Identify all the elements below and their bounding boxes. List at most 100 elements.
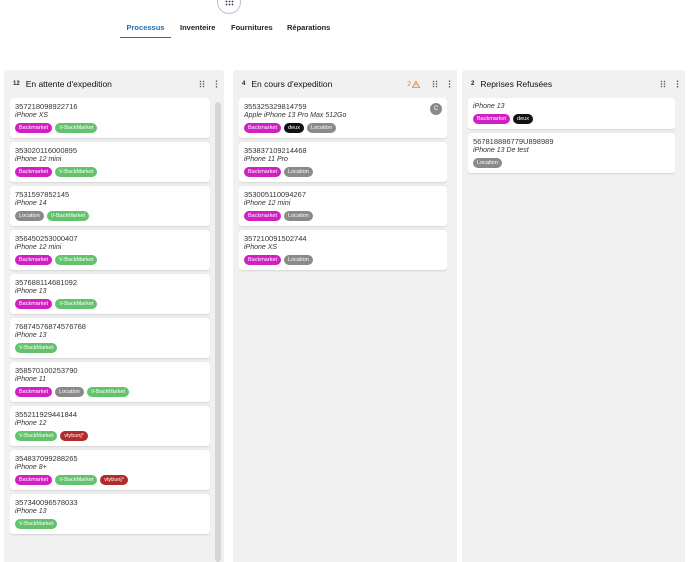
item-code: 7531597852145 xyxy=(15,190,70,199)
tag-list: Backmarket V-BackMarket xyxy=(15,299,205,309)
drag-handle-icon[interactable] xyxy=(199,80,205,88)
item-card[interactable]: 567818886779U898989 iPhone 13 De test Loca… xyxy=(468,133,675,173)
tag-badge: Location xyxy=(473,158,502,168)
item-card[interactable]: 357218098922716 iPhone XS Backmarket V-Back… xyxy=(10,98,210,138)
tab-bar: Processus Inventeire Fournitures Réparat… xyxy=(0,18,690,38)
item-code: 355325329814759 xyxy=(244,102,307,111)
item-code: 353837109214468 xyxy=(244,146,307,155)
tag-badge: Backmarket xyxy=(244,255,282,265)
tag-badge: deux xyxy=(284,123,304,133)
tag-list: Backmarket V-BackMarket xyxy=(15,123,205,133)
tag-list: Backmarket V-BackMarket xyxy=(15,167,205,177)
item-model: iPhone 13 xyxy=(15,288,47,295)
tag-list: Backmarket V-BackMarket vtybunj° xyxy=(15,475,205,485)
item-model: iPhone 8+ xyxy=(15,464,47,471)
tag-list: Backmarket deux Location xyxy=(244,123,442,133)
tag-badge: V-BackMarket xyxy=(86,387,130,397)
tag-badge: Location xyxy=(284,211,313,221)
apps-grid-icon xyxy=(225,0,234,11)
drag-handle-icon[interactable] xyxy=(432,80,438,88)
tag-badge: Backmarket xyxy=(244,167,282,177)
tag-badge: V-BackMarket xyxy=(15,343,58,353)
item-card[interactable]: 353005110094267 iPhone 12 mini Backmarket L… xyxy=(239,186,447,226)
tab-processus[interactable]: Processus xyxy=(120,18,171,38)
item-card[interactable]: 354837099288265 iPhone 8+ Backmarket V-Back… xyxy=(10,450,210,490)
tag-list: Location V-BackMarket xyxy=(15,211,205,221)
item-card[interactable]: 76874576874576768 iPhone 13 V-BackMarket xyxy=(10,318,210,358)
tag-badge: Backmarket xyxy=(15,299,53,309)
warning-icon xyxy=(412,80,420,88)
item-card[interactable]: 353020116000895 iPhone 12 mini Backmarket V… xyxy=(10,142,210,182)
tag-list: Backmarket deux xyxy=(473,114,670,124)
item-card[interactable]: 357210091502744 iPhone XS Backmarket Locati… xyxy=(239,230,447,270)
item-code: 355211929441844 xyxy=(15,410,78,419)
tag-badge: Location xyxy=(55,387,84,397)
column-header: 12 En attente d'expedition xyxy=(4,70,224,98)
tag-badge: Backmarket xyxy=(244,123,282,133)
tag-badge: V-BackMarket xyxy=(55,255,98,265)
item-card[interactable]: 357688114681092 iPhone 13 Backmarket V-Back… xyxy=(10,274,210,314)
column-title: En cours d'expedition xyxy=(251,79,333,89)
tag-badge: Backmarket xyxy=(244,211,282,221)
tag-badge: V-BackMarket xyxy=(55,299,98,309)
item-model: Apple iPhone 13 Pro Max 512Go xyxy=(244,112,347,119)
item-card[interactable]: 357340096578033 iPhone 13 V-BackMarket xyxy=(10,494,210,534)
tab-reparations[interactable]: Réparations xyxy=(287,18,330,37)
item-model: iPhone 12 mini xyxy=(15,156,62,163)
tag-badge: Backmarket xyxy=(15,123,53,133)
tag-badge: vtybunj° xyxy=(60,431,88,441)
column-reprises-refusees: 2 Reprises Refusées iPhone 13 Backmarket deu… xyxy=(462,70,685,562)
item-code: 354837099288265 xyxy=(15,454,78,463)
tag-badge: V-BackMarket xyxy=(15,431,58,441)
item-code: 76874576874576768 xyxy=(15,322,86,331)
tag-list: Backmarket Location V-BackMarket xyxy=(15,387,205,397)
item-model: iPhone 13 xyxy=(15,508,47,515)
column-count: 4 xyxy=(242,81,246,87)
more-vert-icon[interactable] xyxy=(215,80,218,88)
avatar[interactable]: C xyxy=(430,103,442,115)
item-card[interactable]: 358570100253790 iPhone 11 Backmarket Locati… xyxy=(10,362,210,402)
tag-list: Backmarket V-BackMarket xyxy=(15,255,205,265)
column-en-attente: 12 En attente d'expedition 357218098922716… xyxy=(4,70,224,562)
item-model: iPhone 13 De test xyxy=(473,147,529,154)
tag-list: V-BackMarket vtybunj° xyxy=(15,431,205,441)
item-model: iPhone XS xyxy=(15,112,49,119)
tag-badge: V-BackMarket xyxy=(46,211,90,221)
tag-badge: Backmarket xyxy=(473,114,511,124)
item-card[interactable]: 355211929441844 iPhone 12 V-BackMarket vtyb… xyxy=(10,406,210,446)
tab-fournitures[interactable]: Fournitures xyxy=(231,18,273,37)
column-scrollbar[interactable] xyxy=(215,102,221,562)
item-code: 353020116000895 xyxy=(15,146,78,155)
column-title: Reprises Refusées xyxy=(480,79,553,89)
item-code: 357340096578033 xyxy=(15,498,78,507)
item-code: 358570100253790 xyxy=(15,366,78,375)
tag-badge: V-BackMarket xyxy=(55,123,98,133)
tag-badge: V-BackMarket xyxy=(55,167,98,177)
more-vert-icon[interactable] xyxy=(676,80,679,88)
item-model: iPhone XS xyxy=(244,244,278,251)
tag-badge: Backmarket xyxy=(15,255,53,265)
apps-button[interactable] xyxy=(217,0,241,14)
column-title: En attente d'expedition xyxy=(25,79,112,89)
item-card[interactable]: 356450253000407 iPhone 12 mini Backmarket V… xyxy=(10,230,210,270)
tag-badge: V-BackMarket xyxy=(15,519,58,529)
item-model: iPhone 14 xyxy=(15,200,47,207)
tag-badge: Location xyxy=(306,123,336,133)
item-card[interactable]: iPhone 13 Backmarket deux xyxy=(468,98,675,129)
drag-handle-icon[interactable] xyxy=(660,80,666,88)
item-code: 353005110094267 xyxy=(244,190,307,199)
tag-badge: Backmarket xyxy=(15,475,53,485)
item-model: iPhone 13 xyxy=(473,103,505,110)
card-list: iPhone 13 Backmarket deux 567818886779U8989… xyxy=(468,98,675,562)
item-model: iPhone 11 Pro xyxy=(244,156,288,163)
tag-badge: vtybunj° xyxy=(100,475,128,485)
tag-list: V-BackMarket xyxy=(15,519,205,529)
tab-inventaire[interactable]: Inventeire xyxy=(180,18,215,37)
item-model: iPhone 11 xyxy=(15,376,47,383)
tag-badge: Location xyxy=(284,255,313,265)
item-card[interactable]: 355325329814759 Apple iPhone 13 Pro Max 5… xyxy=(239,98,447,138)
item-card[interactable]: 7531597852145 iPhone 14 Location V-BackMark… xyxy=(10,186,210,226)
more-vert-icon[interactable] xyxy=(448,80,451,88)
tag-list: Location xyxy=(473,158,670,168)
item-card[interactable]: 353837109214468 iPhone 11 Pro Backmarket Lo… xyxy=(239,142,447,182)
